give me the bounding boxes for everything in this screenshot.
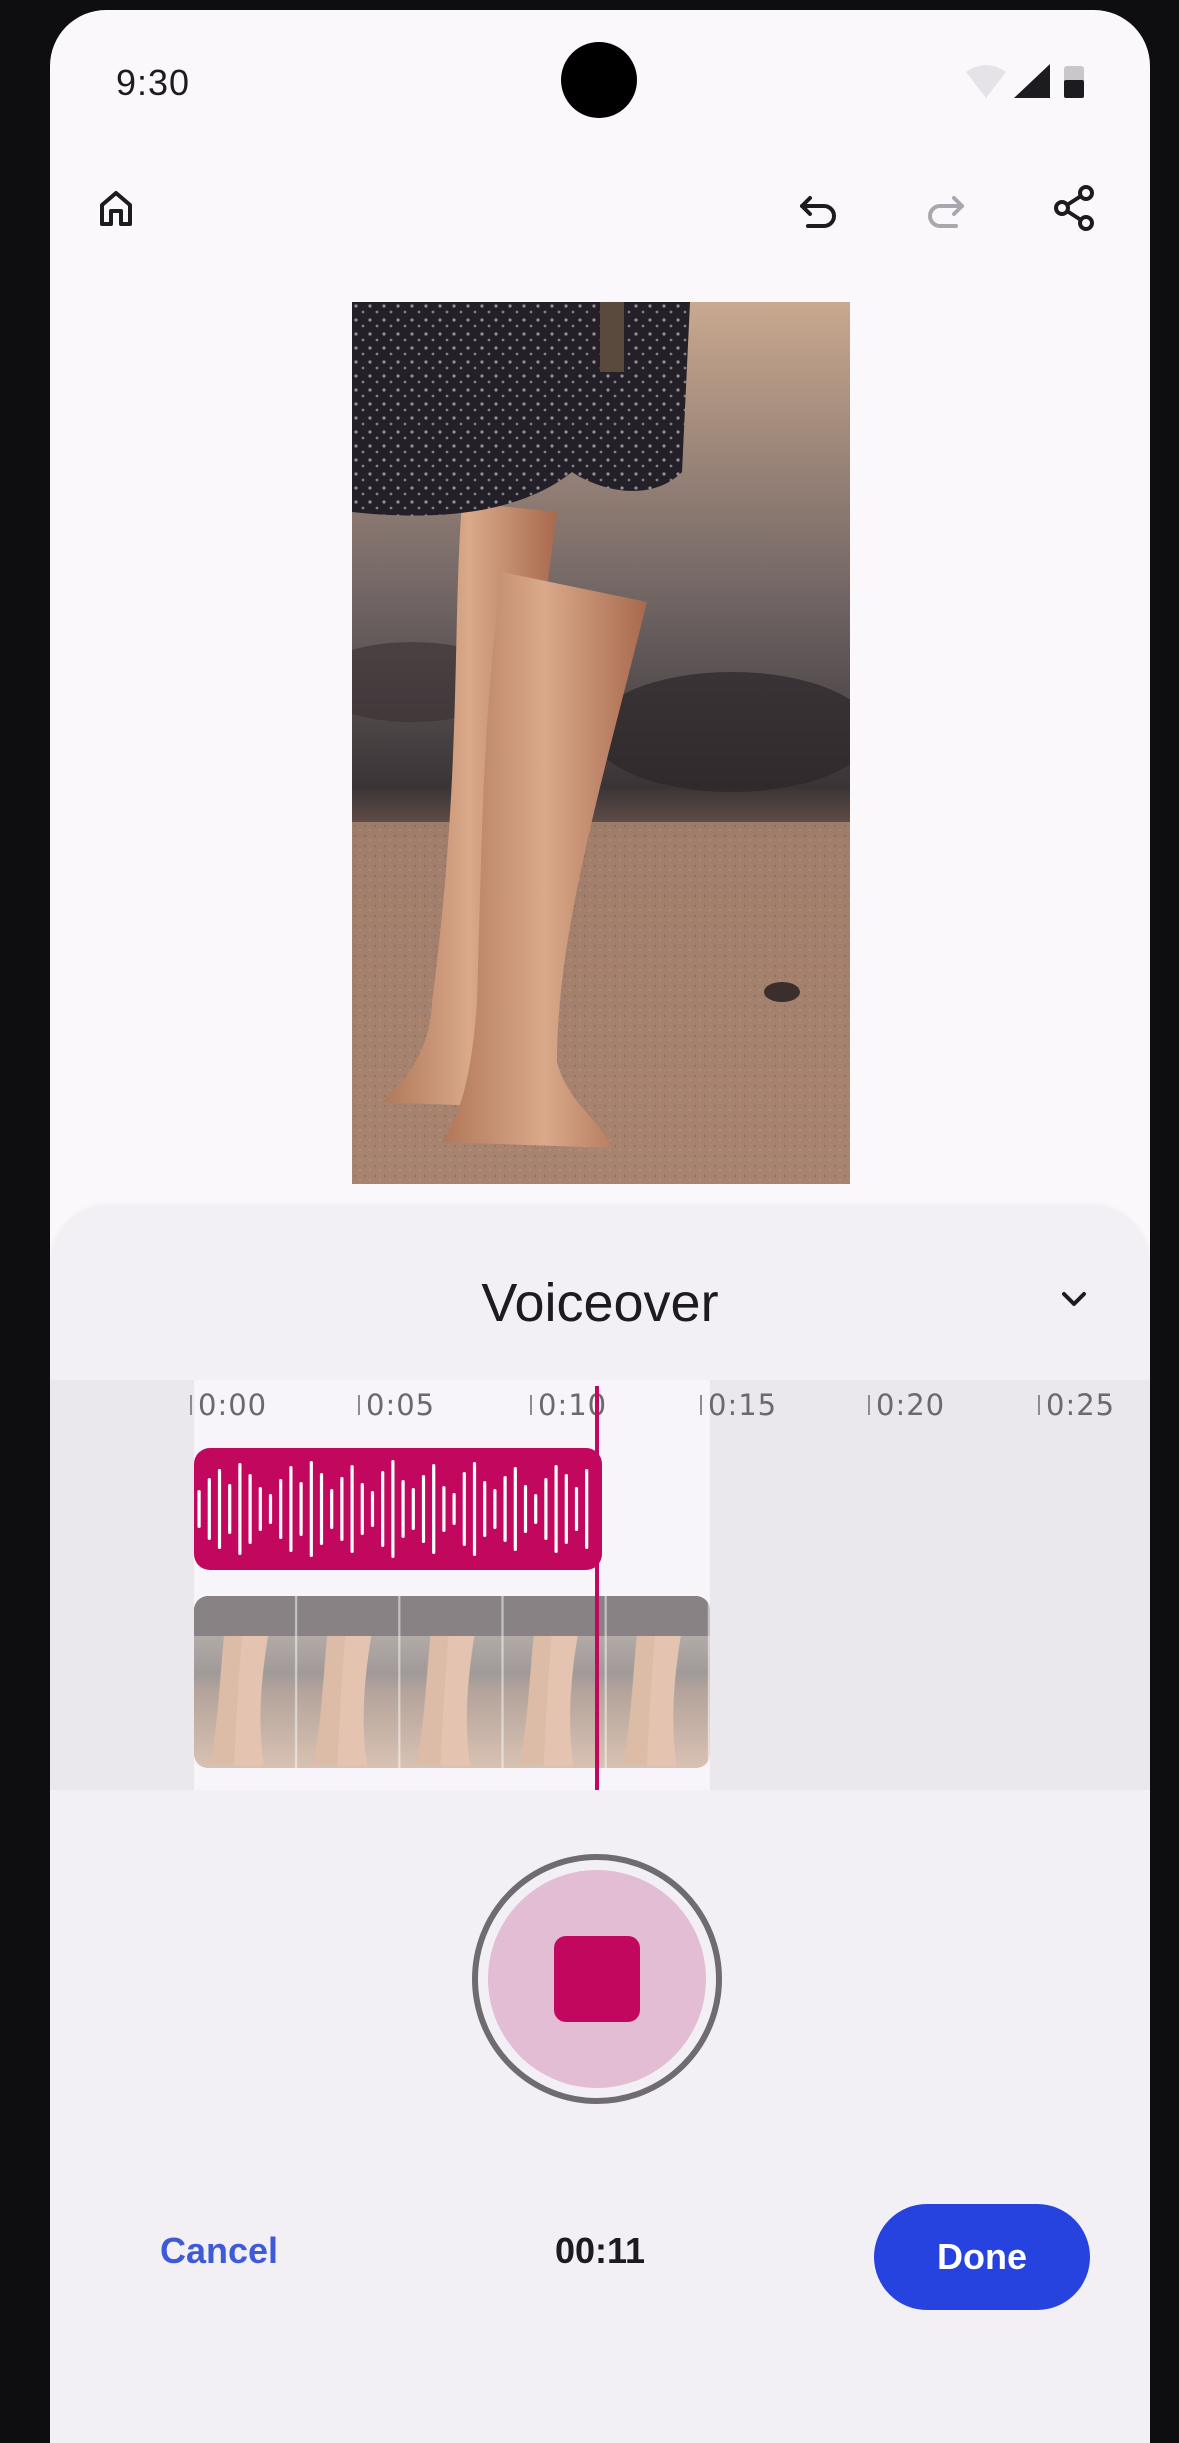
waveform-bar	[340, 1477, 344, 1541]
video-filmstrip[interactable]	[194, 1596, 710, 1768]
waveform-bar	[391, 1460, 395, 1558]
waveform-bar	[268, 1494, 273, 1524]
waveform-bar	[554, 1465, 558, 1553]
waveform-bar	[411, 1488, 415, 1530]
signal-icon	[1014, 64, 1050, 98]
waveform-bar	[207, 1478, 211, 1540]
waveform-bar	[330, 1489, 334, 1529]
undo-icon[interactable]	[788, 178, 848, 238]
share-icon[interactable]	[1044, 178, 1104, 238]
timeline-tick: 0:00	[189, 1388, 268, 1422]
waveform-bar	[279, 1479, 283, 1539]
stop-recording-button[interactable]	[472, 1854, 722, 2104]
waveform-bar	[503, 1476, 507, 1542]
timeline-tick: 0:15	[699, 1388, 778, 1422]
waveform-bar	[432, 1464, 436, 1554]
waveform-bar	[350, 1465, 354, 1553]
waveform-bar	[401, 1480, 405, 1538]
waveform-bar	[472, 1462, 477, 1556]
waveform-bar	[289, 1466, 293, 1552]
wifi-icon	[966, 65, 1006, 98]
camera-cutout	[561, 42, 637, 118]
waveform-bar	[197, 1490, 201, 1528]
waveform-bar	[421, 1475, 426, 1543]
waveform-bar	[564, 1474, 568, 1544]
video-preview[interactable]	[352, 302, 850, 1184]
voiceover-audio-clip[interactable]	[194, 1448, 602, 1570]
waveform-bar	[381, 1471, 385, 1547]
phone-screen: 9:30 Voiceover 0:00 0:05 0:10 0:15 0:20 …	[50, 10, 1150, 2443]
timeline-tick: 0:20	[867, 1388, 946, 1422]
waveform-bar	[370, 1491, 375, 1527]
battery-icon	[1064, 66, 1084, 98]
chevron-down-icon[interactable]	[1044, 1270, 1104, 1330]
waveform-bar	[452, 1493, 456, 1525]
status-time: 9:30	[116, 62, 191, 103]
waveform-bar	[319, 1473, 324, 1545]
stop-icon	[554, 1936, 640, 2022]
waveform-bar	[360, 1483, 364, 1535]
waveform-bar	[442, 1486, 446, 1532]
playhead[interactable]	[595, 1386, 599, 1790]
redo-icon[interactable]	[916, 178, 976, 238]
waveform-bar	[483, 1481, 487, 1537]
waveform-bar	[523, 1485, 528, 1533]
timeline-tick: 0:05	[357, 1388, 436, 1422]
sheet-title: Voiceover	[481, 1273, 719, 1333]
waveform-bar	[534, 1494, 538, 1524]
waveform-bar	[493, 1489, 497, 1529]
waveform-bar	[309, 1461, 313, 1557]
done-button[interactable]: Done	[874, 2204, 1090, 2310]
waveform-bar	[574, 1487, 579, 1531]
waveform-bar	[238, 1463, 242, 1555]
waveform-bar	[248, 1474, 252, 1544]
voiceover-sheet: Voiceover 0:00 0:05 0:10 0:15 0:20 0:25	[50, 1206, 1150, 2443]
status-icons	[964, 62, 1094, 102]
record-button-fill	[488, 1870, 706, 2088]
waveform-bar	[217, 1469, 222, 1549]
waveform-bar	[585, 1469, 589, 1549]
waveform-bar	[299, 1482, 303, 1536]
waveform-bar	[462, 1472, 466, 1546]
waveform-bar	[228, 1484, 232, 1534]
timeline-tick: 0:25	[1037, 1388, 1116, 1422]
waveform-bar	[258, 1487, 262, 1531]
home-icon[interactable]	[86, 178, 146, 238]
waveform-bar	[513, 1467, 517, 1551]
waveform-bar	[544, 1478, 548, 1540]
